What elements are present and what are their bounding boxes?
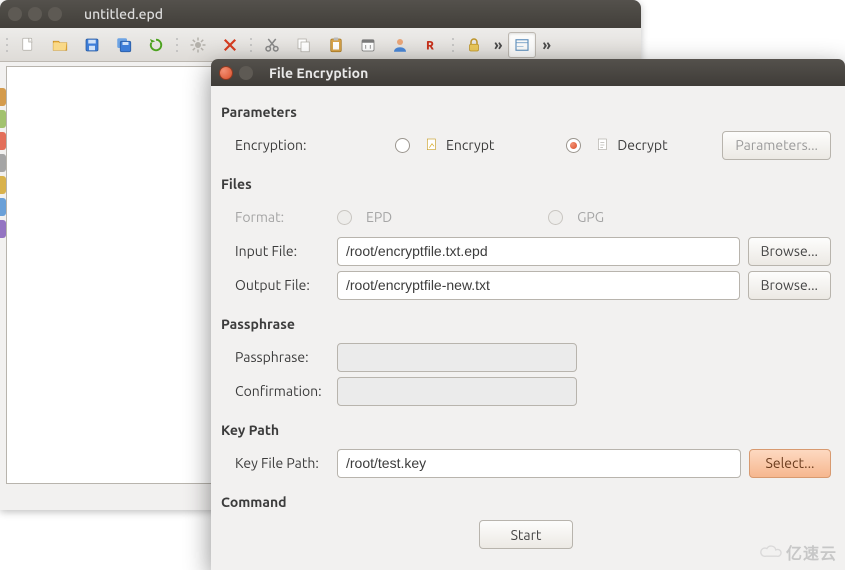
decrypt-radio-label: Decrypt xyxy=(617,137,667,153)
parameters-button[interactable]: Parameters... xyxy=(722,131,831,160)
replace-icon[interactable]: R xyxy=(418,32,446,58)
format-gpg-option: GPG xyxy=(548,209,604,225)
toolbar-separator xyxy=(250,35,252,55)
dialog-close-button[interactable] xyxy=(219,66,233,80)
user-icon[interactable] xyxy=(386,32,414,58)
confirmation-field xyxy=(337,377,577,406)
svg-text:R: R xyxy=(426,39,434,52)
watermark: 亿速云 xyxy=(760,540,837,564)
decrypt-radio-option[interactable]: Decrypt xyxy=(566,137,667,153)
input-file-label: Input File: xyxy=(221,243,337,259)
decrypt-icon xyxy=(595,137,611,153)
dialog-title: File Encryption xyxy=(269,65,368,81)
paste-icon[interactable] xyxy=(322,32,350,58)
toolbar-separator xyxy=(452,35,454,55)
encrypt-radio[interactable] xyxy=(395,138,410,153)
window-close-button[interactable] xyxy=(8,7,22,21)
window-minimize-button[interactable] xyxy=(28,7,42,21)
section-parameters: Parameters xyxy=(221,104,831,120)
clear-icon[interactable] xyxy=(216,32,244,58)
dialog-body: Parameters Encryption: Encrypt Decrypt P… xyxy=(211,86,845,559)
input-file-browse-button[interactable]: Browse... xyxy=(748,237,831,266)
dialog-minimize-button[interactable] xyxy=(239,66,253,80)
input-file-field[interactable] xyxy=(337,237,740,266)
start-button[interactable]: Start xyxy=(479,520,573,549)
format-gpg-radio xyxy=(548,210,563,225)
decrypt-radio[interactable] xyxy=(566,138,581,153)
editor-titlebar: untitled.epd xyxy=(0,0,641,28)
toolbar-separator xyxy=(176,35,178,55)
open-file-icon[interactable] xyxy=(46,32,74,58)
format-gpg-label: GPG xyxy=(577,209,604,225)
toolbar-overflow-2[interactable]: » xyxy=(540,36,552,53)
key-file-select-button[interactable]: Select... xyxy=(749,449,831,478)
file-encryption-dialog: File Encryption Parameters Encryption: E… xyxy=(211,59,845,570)
output-file-label: Output File: xyxy=(221,277,337,293)
passphrase-field xyxy=(337,343,577,372)
save-all-icon[interactable] xyxy=(110,32,138,58)
key-file-label: Key File Path: xyxy=(221,455,337,471)
editor-toolbar: R » » xyxy=(0,28,641,62)
toolbar-separator xyxy=(6,35,8,55)
save-file-icon[interactable] xyxy=(78,32,106,58)
panel-toggle-icon[interactable] xyxy=(508,32,536,58)
new-file-icon[interactable] xyxy=(14,32,42,58)
window-maximize-button[interactable] xyxy=(48,7,62,21)
encryption-label: Encryption: xyxy=(221,137,337,153)
section-command: Command xyxy=(221,494,831,510)
settings-icon[interactable] xyxy=(184,32,212,58)
date-icon[interactable] xyxy=(354,32,382,58)
passphrase-label: Passphrase: xyxy=(221,349,337,365)
editor-title: untitled.epd xyxy=(84,6,163,22)
toolbar-overflow[interactable]: » xyxy=(492,36,504,53)
section-passphrase: Passphrase xyxy=(221,316,831,332)
dialog-titlebar: File Encryption xyxy=(211,59,845,86)
cut-icon[interactable] xyxy=(258,32,286,58)
refresh-icon[interactable] xyxy=(142,32,170,58)
format-epd-option: EPD xyxy=(337,209,392,225)
watermark-text: 亿速云 xyxy=(786,540,837,564)
format-epd-radio xyxy=(337,210,352,225)
encrypt-icon xyxy=(424,137,440,153)
key-file-field[interactable] xyxy=(337,449,741,478)
confirmation-label: Confirmation: xyxy=(221,383,337,399)
format-epd-label: EPD xyxy=(366,209,392,225)
format-label: Format: xyxy=(221,209,337,225)
encrypt-radio-option[interactable]: Encrypt xyxy=(395,137,494,153)
lock-icon[interactable] xyxy=(460,32,488,58)
section-key-path: Key Path xyxy=(221,422,831,438)
output-file-browse-button[interactable]: Browse... xyxy=(748,271,831,300)
left-edge-decor xyxy=(0,88,6,242)
encrypt-radio-label: Encrypt xyxy=(446,137,494,153)
copy-icon[interactable] xyxy=(290,32,318,58)
output-file-field[interactable] xyxy=(337,271,740,300)
cloud-icon xyxy=(760,544,782,560)
section-files: Files xyxy=(221,176,831,192)
